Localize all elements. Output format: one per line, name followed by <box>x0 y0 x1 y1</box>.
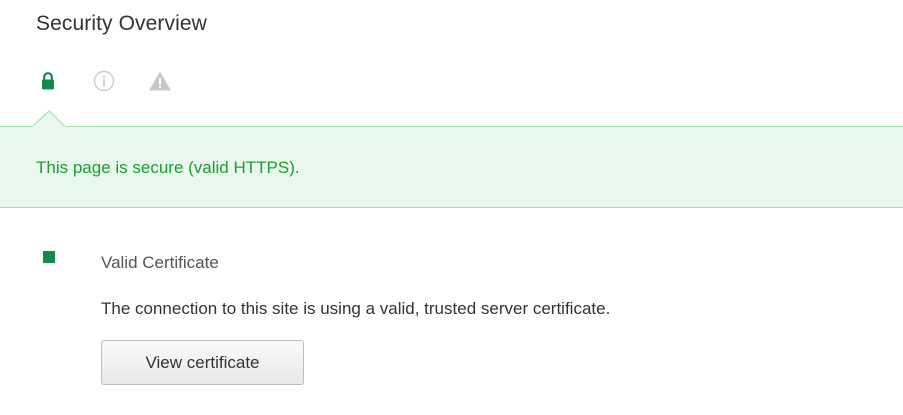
view-certificate-button[interactable]: View certificate <box>101 340 304 385</box>
page-title: Security Overview <box>36 12 207 35</box>
certificate-description: The connection to this site is using a v… <box>101 299 611 318</box>
security-summary-banner: This page is secure (valid HTTPS). <box>0 126 903 208</box>
certificate-status-indicator <box>43 251 55 263</box>
certificate-title: Valid Certificate <box>101 253 219 272</box>
info-icon[interactable] <box>92 69 116 93</box>
warning-icon[interactable] <box>148 69 172 93</box>
lock-icon[interactable] <box>36 69 60 93</box>
security-panel: Security Overview This page is secure (v… <box>0 0 903 415</box>
security-icon-bar <box>36 66 172 96</box>
security-summary-text: This page is secure (valid HTTPS). <box>36 158 300 177</box>
banner-pointer <box>31 109 67 129</box>
